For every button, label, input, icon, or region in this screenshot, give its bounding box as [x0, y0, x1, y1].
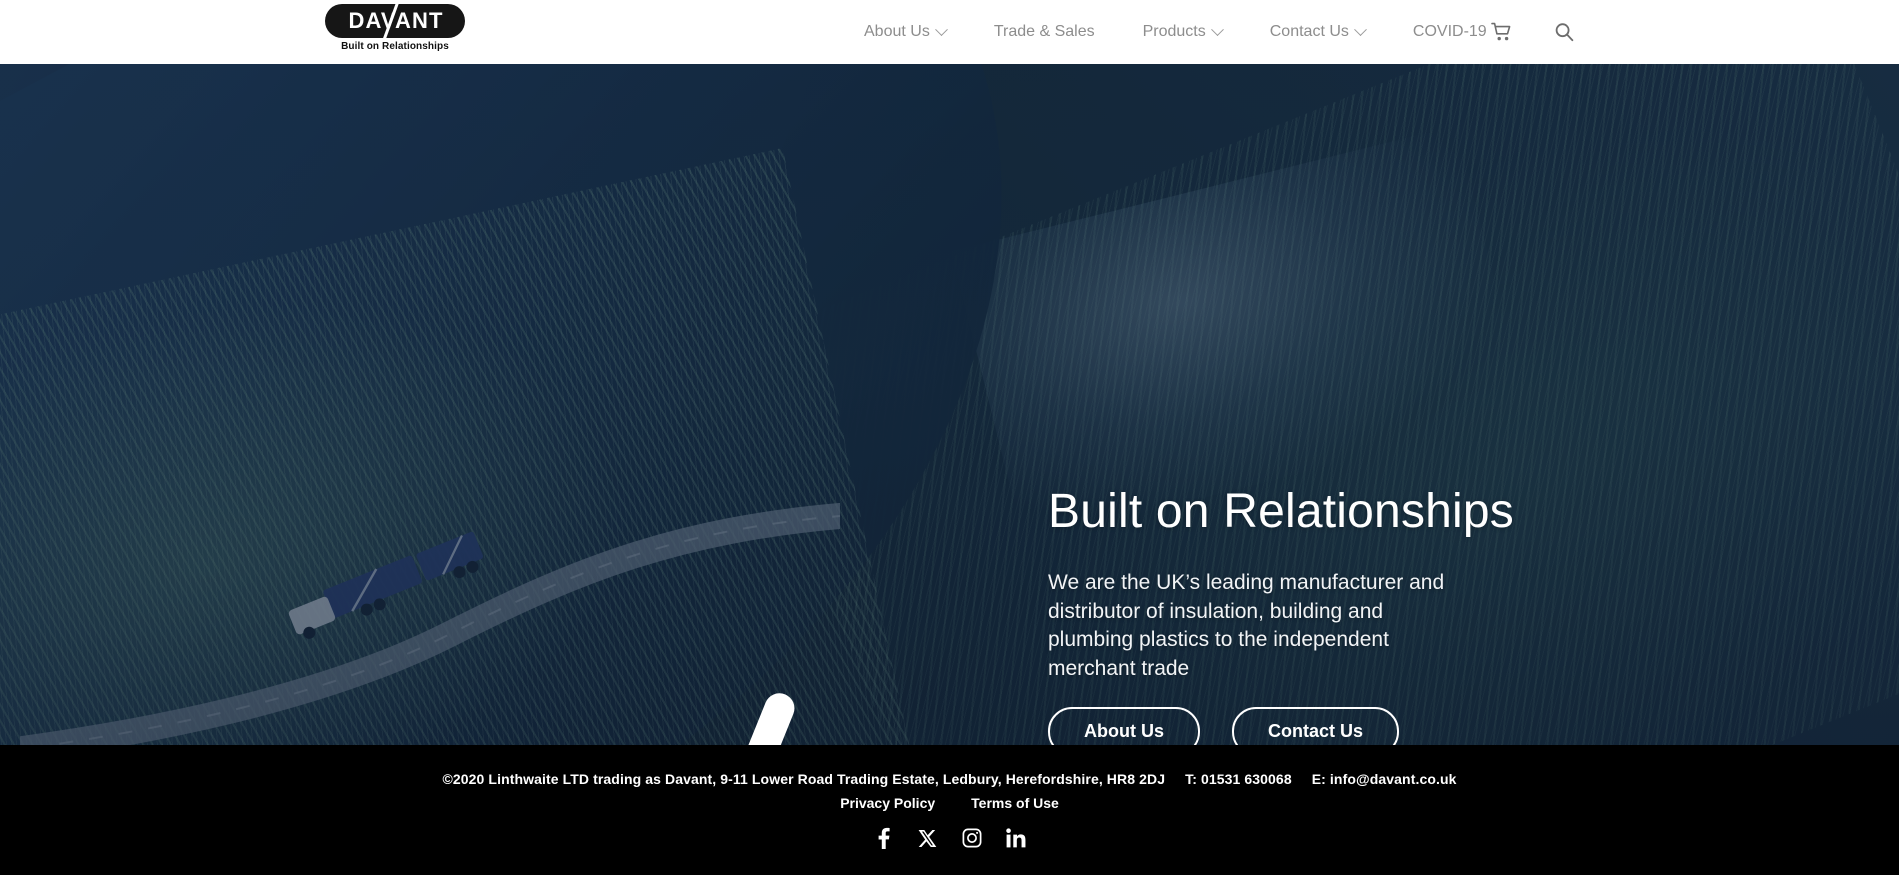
footer-phone-label: T: — [1185, 771, 1197, 787]
hero-button-group: About Us Contact Us — [1048, 707, 1518, 745]
chevron-down-icon — [934, 22, 948, 36]
hero-subtitle: We are the UK’s leading manufacturer and… — [1048, 571, 1445, 680]
nav-label-covid-19: COVID-19 — [1412, 23, 1487, 40]
site-header: DAVANT Built on Relationships About Us T… — [0, 0, 1899, 64]
site-footer: ©2020 Linthwaite LTD trading as Davant, … — [0, 745, 1899, 875]
logo-pill: DAVANT — [325, 4, 465, 38]
header-icons — [1490, 0, 1576, 64]
hero-contact-us-button[interactable]: Contact Us — [1232, 707, 1400, 745]
hero-content: Built on Relationships We are the UK’s l… — [1048, 484, 1518, 745]
nav-label-trade-and-sales: Trade & Sales — [993, 23, 1095, 40]
main-navigation: About Us Trade & Sales Products Contact … — [840, 0, 1511, 64]
footer-email-link[interactable]: info@davant.co.uk — [1330, 771, 1457, 787]
hero-section: Built on Relationships We are the UK’s l… — [0, 64, 1899, 745]
instagram-icon[interactable] — [961, 827, 983, 849]
footer-phone-link[interactable]: 01531 630068 — [1201, 771, 1292, 787]
footer-links: Privacy Policy Terms of Use — [840, 795, 1059, 811]
footer-copyright: ©2020 Linthwaite LTD trading as Davant, … — [442, 771, 1166, 787]
nav-label-contact-us: Contact Us — [1269, 23, 1349, 40]
chevron-down-icon — [1354, 22, 1367, 36]
nav-label-products: Products — [1142, 23, 1206, 40]
nav-item-products[interactable]: Products — [1119, 0, 1246, 64]
nav-item-trade-and-sales[interactable]: Trade & Sales — [970, 0, 1119, 64]
footer-link-terms-of-use[interactable]: Terms of Use — [971, 795, 1059, 811]
hero-title: Built on Relationships — [1048, 485, 1515, 538]
hero-about-us-button[interactable]: About Us — [1048, 707, 1200, 745]
facebook-icon[interactable] — [873, 827, 895, 849]
cart-icon[interactable] — [1490, 20, 1514, 44]
hero-overlay-tint — [0, 64, 1899, 745]
footer-info-line: ©2020 Linthwaite LTD trading as Davant, … — [442, 771, 1456, 787]
search-icon[interactable] — [1552, 20, 1576, 44]
linkedin-icon[interactable] — [1005, 827, 1027, 849]
footer-social-links — [873, 827, 1027, 849]
footer-email-label: E: — [1311, 771, 1326, 787]
nav-label-about-us: About Us — [864, 23, 930, 40]
chevron-down-icon — [1210, 22, 1224, 36]
nav-item-about-us[interactable]: About Us — [840, 0, 970, 64]
logo-tagline: Built on Relationships — [341, 41, 449, 52]
footer-link-privacy-policy[interactable]: Privacy Policy — [840, 795, 935, 811]
x-twitter-icon[interactable] — [917, 827, 939, 849]
nav-item-contact-us[interactable]: Contact Us — [1246, 0, 1389, 64]
page-root: DAVANT Built on Relationships About Us T… — [0, 0, 1899, 875]
site-logo[interactable]: DAVANT Built on Relationships — [322, 0, 468, 60]
